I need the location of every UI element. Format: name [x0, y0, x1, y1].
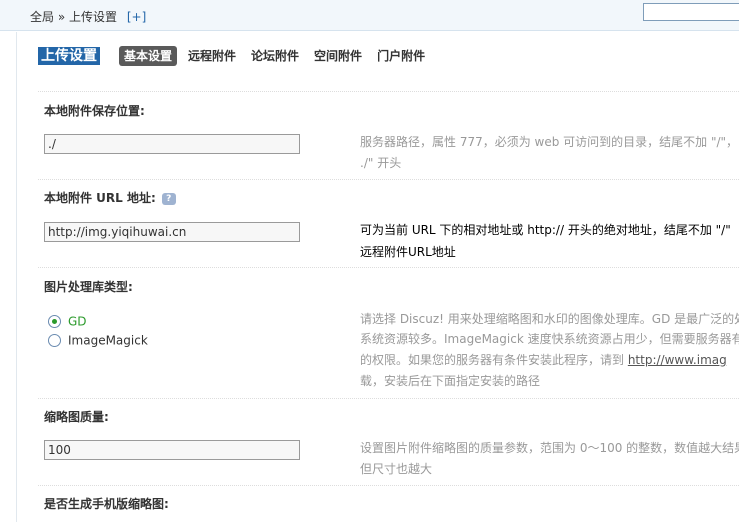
radio-checked-icon — [48, 315, 61, 328]
thumb-quality-input[interactable]: 100 — [44, 440, 300, 460]
tab-basic-settings[interactable]: 基本设置 — [119, 46, 178, 66]
image-lib-option-imagemagick[interactable]: ImageMagick — [48, 333, 148, 348]
thumb-quality-tip-line1: 设置图片附件缩略图的质量参数，范围为 0～100 的整数，数值越大结果 — [360, 441, 739, 455]
local-path-label: 本地附件保存位置: — [44, 104, 145, 118]
local-url-tip-line2: 远程附件URL地址 — [360, 245, 456, 259]
local-url-tip-line1: 可为当前 URL 下的相对地址或 http:// 开头的绝对地址，结尾不加 "/… — [360, 223, 731, 237]
local-path-input[interactable]: ./ — [44, 134, 300, 154]
thumb-quality-tip-line2: 但尺寸也越大 — [360, 462, 433, 476]
thumb-quality-label: 缩略图质量: — [44, 410, 109, 424]
local-url-label-text: 本地附件 URL 地址: — [44, 191, 156, 205]
divider — [38, 485, 739, 486]
top-search-input[interactable] — [643, 3, 739, 21]
image-lib-tip-line2: 系统资源较多。ImageMagick 速度快系统资源占用少，但需要服务器有 — [360, 332, 739, 346]
local-path-tip-line2: ./" 开头 — [360, 156, 402, 170]
imagemagick-link[interactable]: http://www.imag — [628, 353, 727, 367]
add-shortcut-link[interactable]: [+] — [127, 10, 146, 24]
mobile-thumb-label: 是否生成手机版缩略图: — [44, 497, 169, 511]
tab-forum-attachments[interactable]: 论坛附件 — [247, 46, 303, 66]
top-bar: 全局 » 上传设置 [+] — [0, 0, 739, 31]
divider — [38, 267, 739, 268]
divider — [38, 179, 739, 180]
breadcrumb-current: 上传设置 — [69, 10, 118, 24]
image-lib-option-gd[interactable]: GD — [48, 314, 87, 329]
breadcrumb: 全局 » 上传设置 [+] — [30, 8, 146, 25]
image-lib-tip-line3-text: 的权限。如果您的服务器有条件安装此程序，请到 — [360, 353, 628, 367]
local-path-tip-line1: 服务器路径，属性 777，必须为 web 可访问到的目录，结尾不加 "/"， — [360, 135, 739, 149]
left-divider — [16, 32, 17, 522]
image-lib-option-imagemagick-label: ImageMagick — [68, 333, 148, 348]
image-lib-tip-line1: 请选择 Discuz! 用来处理缩略图和水印的图像处理库。GD 是最广泛的处 — [360, 312, 739, 326]
breadcrumb-root[interactable]: 全局 — [30, 10, 54, 24]
local-url-input[interactable]: http://img.yiqihuwai.cn — [44, 222, 300, 242]
image-lib-label: 图片处理库类型: — [44, 280, 133, 294]
divider — [38, 91, 739, 92]
divider — [38, 398, 739, 399]
tab-bar: 基本设置 远程附件 论坛附件 空间附件 门户附件 — [119, 46, 436, 66]
tab-space-attachments[interactable]: 空间附件 — [310, 46, 366, 66]
breadcrumb-separator: » — [57, 10, 66, 24]
tab-remote-attachments[interactable]: 远程附件 — [184, 46, 240, 66]
page-title: 上传设置 — [38, 47, 100, 65]
radio-unchecked-icon — [48, 334, 61, 347]
image-lib-option-gd-label: GD — [68, 314, 87, 329]
tab-portal-attachments[interactable]: 门户附件 — [373, 46, 429, 66]
image-lib-tip-line3: 的权限。如果您的服务器有条件安装此程序，请到 http://www.imag — [360, 350, 727, 370]
image-lib-tip-line4: 载，安装后在下面指定安装的路径 — [360, 374, 541, 388]
local-url-label: 本地附件 URL 地址:? — [44, 189, 176, 206]
help-icon[interactable]: ? — [161, 192, 176, 205]
